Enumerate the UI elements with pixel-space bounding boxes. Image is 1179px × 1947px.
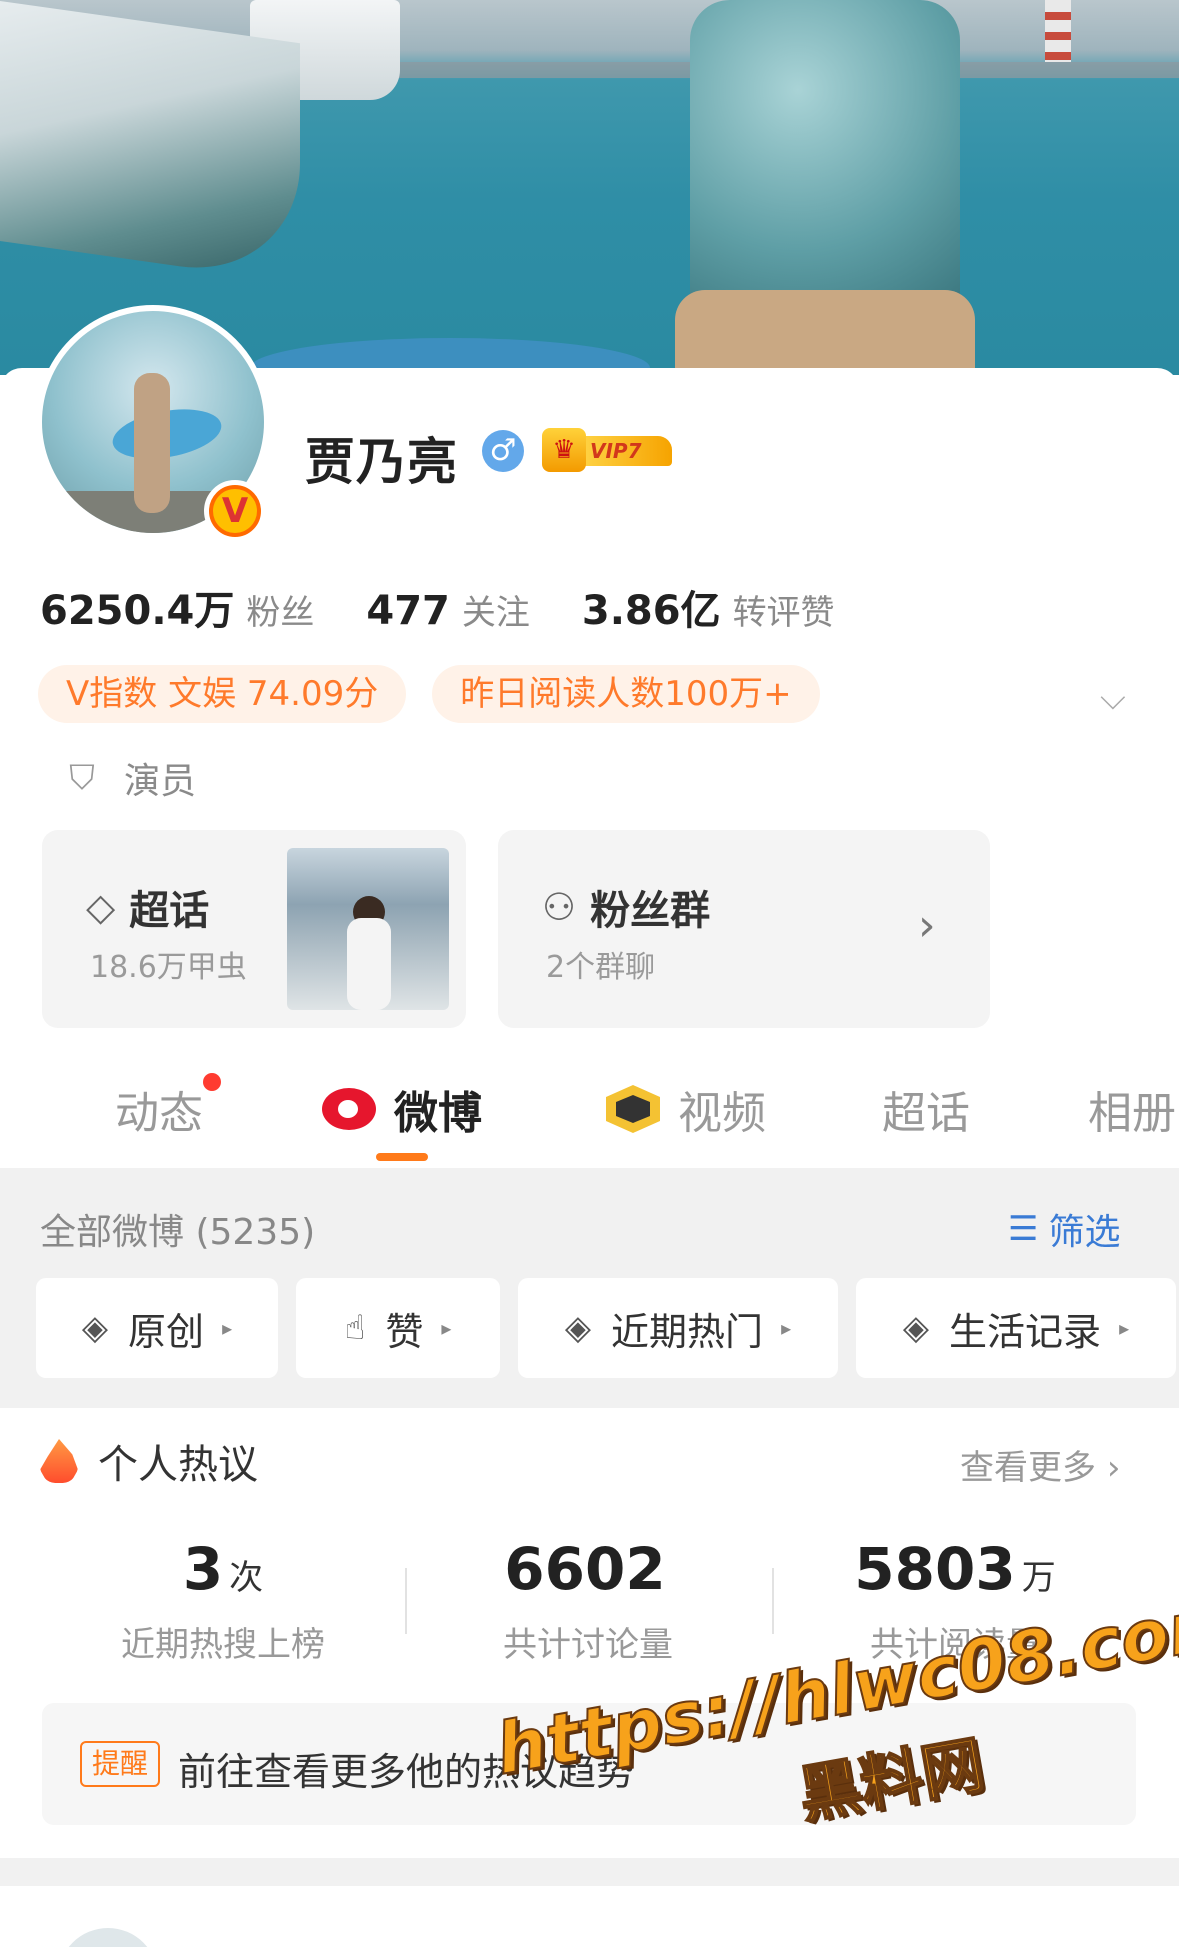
read-count-pill[interactable]: 昨日阅读人数100万+ <box>432 665 820 723</box>
cover-person-pants <box>675 290 975 375</box>
fangroup-card[interactable]: ⚇ 粉丝群 2个群聊 › <box>498 830 990 1028</box>
stat-value: 477 <box>366 588 450 634</box>
fangroup-label: 粉丝群 <box>590 888 711 934</box>
metric-hot-search[interactable]: 3次 近期热搜上榜 <box>58 1535 388 1666</box>
reminder-tag: 提醒 <box>80 1741 161 1787</box>
chevron-right-icon: › <box>1106 1448 1121 1488</box>
filter-button[interactable]: ☰ 筛选 <box>1008 1203 1121 1255</box>
chip-recent-hot[interactable]: ◈ 近期热门 ▸ <box>518 1278 838 1378</box>
metric-unit: 次 <box>229 1558 264 1598</box>
cover-lighthouse <box>1045 0 1071 62</box>
metric-divider <box>405 1568 407 1634</box>
cover-yacht <box>0 0 300 284</box>
hot-topics-title: 个人热议 <box>98 1442 258 1488</box>
supertopic-label: 超话 <box>129 888 210 934</box>
triangle-right-icon: ▸ <box>441 1316 452 1340</box>
fangroup-subtitle: 2个群聊 <box>546 950 656 985</box>
group-icon: ⚇ <box>542 885 577 929</box>
vip-label: VIP7 <box>572 436 672 466</box>
stat-label: 关注 <box>461 593 530 633</box>
fire-icon <box>40 1439 78 1483</box>
tab-weibo[interactable]: 微博 <box>322 1077 482 1141</box>
supertopic-title: ◇ 超话 <box>86 878 209 936</box>
chevron-down-icon[interactable]: ⌵ <box>1100 678 1130 718</box>
diamond-icon: ◇ <box>86 885 116 929</box>
post-category-chips: ◈ 原创 ▸ ☝ 赞 ▸ ◈ 近期热门 ▸ ◈ 生活记录 ▸ <box>36 1278 1179 1378</box>
fangroup-title: ⚇ 粉丝群 <box>542 878 710 936</box>
triangle-right-icon: ▸ <box>222 1316 233 1340</box>
tab-supertopic[interactable]: 超话 <box>882 1077 970 1141</box>
profile-pills: V指数 文娱 74.09分 昨日阅读人数100万+ <box>38 665 846 723</box>
weibo-logo-icon <box>322 1088 376 1130</box>
tab-video[interactable]: 视频 <box>606 1077 766 1141</box>
stat-following[interactable]: 477 关注 <box>366 585 530 634</box>
tab-feed[interactable]: 动态 <box>115 1073 221 1141</box>
profile-role: ⛉ 演员 <box>62 752 196 804</box>
metric-label: 近期热搜上榜 <box>121 1625 325 1665</box>
chip-original[interactable]: ◈ 原创 ▸ <box>36 1278 278 1378</box>
see-more-label: 查看更多 <box>960 1448 1096 1488</box>
role-label: 演员 <box>124 761 197 802</box>
stat-interactions[interactable]: 3.86亿 转评赞 <box>582 578 835 636</box>
metric-divider <box>772 1568 774 1634</box>
cover-person <box>690 0 960 300</box>
layers-icon: ◈ <box>81 1308 109 1348</box>
notification-dot <box>203 1073 221 1091</box>
supertopic-subtitle: 18.6万甲虫 <box>90 950 247 985</box>
all-posts-count: 全部微博 (5235) <box>40 1212 316 1253</box>
chip-life-record[interactable]: ◈ 生活记录 ▸ <box>856 1278 1176 1378</box>
profile-stats: 6250.4万 粉丝 477 关注 3.86亿 转评赞 <box>40 578 887 634</box>
see-more-link[interactable]: 查看更多 › <box>960 1440 1120 1489</box>
triangle-right-icon: ▸ <box>1119 1316 1130 1340</box>
supertopic-thumbnail <box>287 848 449 1010</box>
chevron-right-icon: › <box>918 900 936 951</box>
metric-unit: 万 <box>1021 1558 1056 1598</box>
verified-badge-letter: V <box>213 489 257 533</box>
stat-followers[interactable]: 6250.4万 粉丝 <box>40 578 314 636</box>
tab-label: 视频 <box>678 1088 766 1139</box>
tab-label: 超话 <box>882 1088 970 1139</box>
tab-label: 相册 <box>1088 1088 1176 1139</box>
avatar-figure <box>134 373 170 513</box>
stat-label: 转评赞 <box>732 593 835 633</box>
profile-name: 贾乃亮 <box>305 433 458 491</box>
vip-badge[interactable]: VIP7 ♛ <box>542 428 672 472</box>
metric-discussions[interactable]: 6602 共计讨论量 <box>423 1535 753 1666</box>
tab-label: 动态 <box>115 1088 203 1139</box>
metric-value: 6602 <box>504 1535 666 1603</box>
chip-label: 近期热门 <box>611 1309 764 1354</box>
verified-badge-icon: V <box>204 480 266 542</box>
stat-label: 粉丝 <box>246 593 315 633</box>
crown-icon: ♛ <box>542 428 586 472</box>
thumbs-up-icon: ☝ <box>344 1308 366 1348</box>
chip-label: 生活记录 <box>949 1309 1102 1354</box>
hot-topics-header: 个人热议 <box>40 1432 258 1490</box>
layers-icon: ◈ <box>902 1308 930 1348</box>
filter-label: 筛选 <box>1048 1212 1121 1253</box>
layers-icon: ◈ <box>564 1308 592 1348</box>
stat-value: 6250.4万 <box>40 588 235 634</box>
male-gender-icon: ♂ <box>482 430 524 472</box>
tab-label: 微博 <box>394 1088 482 1139</box>
thumbnail-person <box>347 918 391 1010</box>
filter-icon: ☰ <box>1008 1209 1039 1249</box>
chip-label: 赞 <box>385 1309 424 1354</box>
v-index-pill[interactable]: V指数 文娱 74.09分 <box>38 665 407 723</box>
tab-album[interactable]: 相册 <box>1088 1077 1176 1141</box>
active-tab-indicator <box>376 1153 428 1161</box>
stat-value: 3.86亿 <box>581 588 721 634</box>
profile-tabs: 动态 微博 视频 超话 相册 <box>0 1065 1179 1161</box>
triangle-right-icon: ▸ <box>781 1316 792 1340</box>
chip-label: 原创 <box>128 1309 205 1354</box>
metric-label: 共计讨论量 <box>503 1625 673 1665</box>
metric-value: 3 <box>182 1535 224 1603</box>
metric-value: 5803 <box>854 1535 1016 1603</box>
chip-likes[interactable]: ☝ 赞 ▸ <box>296 1278 500 1378</box>
supertopic-card[interactable]: ◇ 超话 18.6万甲虫 <box>42 830 466 1028</box>
shield-icon: ⛉ <box>69 758 95 798</box>
video-icon <box>606 1085 660 1133</box>
